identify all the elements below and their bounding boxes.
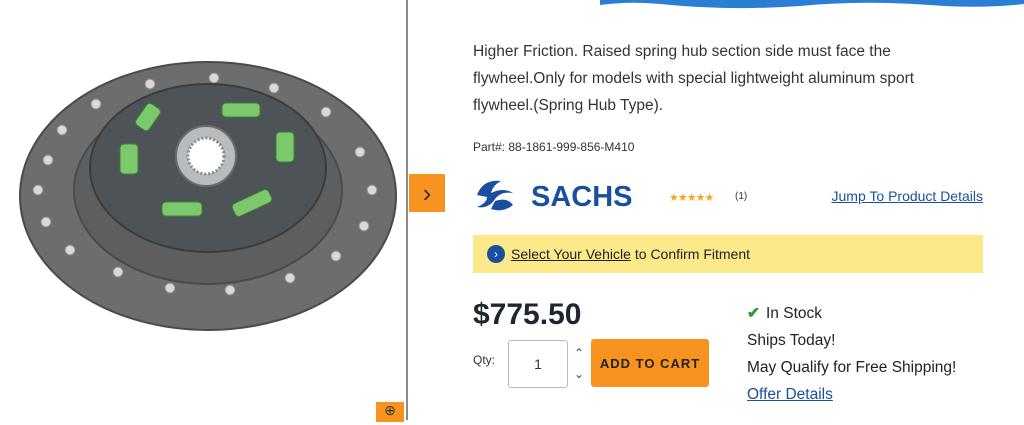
vehicle-fitment-bar: › Select Your Vehicle to Confirm Fitment <box>473 235 983 273</box>
svg-text:SACHS: SACHS <box>531 181 633 213</box>
check-icon: ✔ <box>747 305 760 322</box>
gallery-divider <box>406 0 408 420</box>
in-stock-line: ✔ In Stock <box>747 300 956 327</box>
jump-to-details-link[interactable]: Jump To Product Details <box>832 188 983 204</box>
add-to-cart-button[interactable]: ADD TO CART <box>591 339 709 387</box>
product-image-gallery <box>0 0 406 420</box>
clutch-disc-image <box>19 61 397 331</box>
header-wave-decoration <box>600 0 1024 9</box>
chevron-right-icon[interactable]: › <box>409 174 445 212</box>
part-number: Part#: 88-1861-999-856-M410 <box>473 140 635 154</box>
product-description: Higher Friction. Raised spring hub secti… <box>473 43 915 114</box>
zoom-icon[interactable]: ⊕ <box>376 402 404 422</box>
quantity-input[interactable] <box>508 340 568 388</box>
qty-decrease-icon[interactable]: ⌄ <box>572 367 586 381</box>
ships-today-text: Ships Today! <box>747 332 836 349</box>
product-price: $775.50 <box>473 298 582 331</box>
sachs-logo: SACHS <box>477 180 633 213</box>
offer-details-link[interactable]: Offer Details <box>747 386 833 403</box>
free-shipping-text: May Qualify for Free Shipping! <box>747 359 957 376</box>
vehicle-fitment-text: to Confirm Fitment <box>634 246 751 262</box>
review-count[interactable]: (1) <box>735 191 747 202</box>
qty-label: Qty: <box>473 353 496 367</box>
in-stock-text: In Stock <box>766 305 822 322</box>
qty-increase-icon[interactable]: ⌃ <box>572 346 586 360</box>
availability-panel: ✔ In Stock Ships Today! May Qualify for F… <box>747 300 956 408</box>
chevron-circle-icon: › <box>487 245 505 263</box>
select-vehicle-link[interactable]: Select Your Vehicle <box>511 246 631 262</box>
rating-stars: ★★★★★ <box>669 192 714 204</box>
brand-row: SACHS ★★★★★ (1) Jump To Product Details <box>473 175 985 215</box>
